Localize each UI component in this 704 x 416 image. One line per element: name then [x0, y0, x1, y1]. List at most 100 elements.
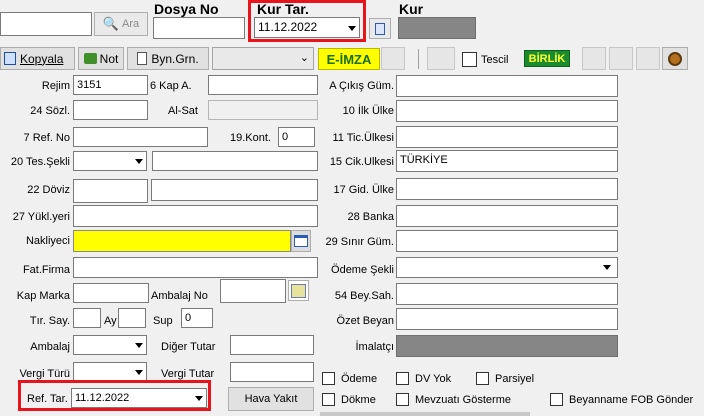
kur-field: [398, 17, 476, 39]
bey-sah-input[interactable]: [396, 283, 618, 305]
banka-input[interactable]: [396, 205, 618, 227]
imalatci-field: [396, 335, 618, 357]
mevzuati-gosterme-label: Mevzuatı Gösterme: [415, 394, 511, 406]
bey-sah-label: 54 Bey.Sah.: [334, 290, 394, 302]
document-icon: [375, 22, 385, 35]
ambalaj-no-input[interactable]: [220, 279, 286, 303]
fob-gonder-label: Beyanname FOB Gönder: [569, 394, 694, 406]
dokme-checkbox[interactable]: [322, 393, 335, 406]
doviz-input[interactable]: [73, 179, 148, 203]
lookup-icon: [294, 235, 308, 247]
edit-icon: [291, 283, 306, 298]
toolbar-blank-2[interactable]: [427, 47, 455, 70]
rejim-label: Rejim: [41, 80, 70, 92]
yukl-yeri-input[interactable]: [73, 205, 318, 227]
rejim-input[interactable]: 3151: [73, 75, 148, 95]
tic-ulkesi-label: 11 Tic.Ülkesi: [332, 132, 394, 144]
mevzuati-gosterme-checkbox[interactable]: [396, 393, 409, 406]
nakliyeci-label: Nakliyeci: [25, 235, 70, 247]
odeme-checkbox[interactable]: [322, 372, 335, 385]
chevron-down-icon: [135, 343, 143, 348]
ref-no-input[interactable]: [73, 127, 208, 147]
chevron-down-icon: [195, 396, 203, 401]
tools-icon: [668, 51, 682, 66]
a-cikis-gum-input[interactable]: [396, 75, 618, 97]
kur-tar-label: Kur Tar.: [257, 1, 309, 17]
search-input[interactable]: [0, 12, 92, 36]
ambalaj-no-edit-button[interactable]: [288, 280, 309, 301]
diger-tutar-label: Diğer Tutar: [161, 341, 216, 353]
byn-grn-button[interactable]: Byn.Grn.: [127, 47, 209, 70]
yukl-yeri-label: 27 Yükl.yeri: [12, 211, 70, 223]
search-icon: 🔍: [102, 16, 120, 31]
dokme-label: Dökme: [341, 394, 376, 406]
odeme-sekli-select[interactable]: [396, 257, 618, 278]
search-button[interactable]: 🔍 Ara: [94, 12, 148, 36]
parsiyel-checkbox[interactable]: [476, 372, 489, 385]
ozet-beyan-input[interactable]: [396, 308, 618, 330]
dosya-no-label: Dosya No: [154, 1, 219, 17]
document-button[interactable]: [369, 18, 391, 39]
diger-tutar-input[interactable]: [230, 335, 314, 355]
toolbar-blank-5[interactable]: [636, 47, 660, 70]
tic-ulkesi-input[interactable]: [396, 126, 618, 148]
toolbar-blank-3[interactable]: [582, 47, 606, 70]
nakliyeci-input[interactable]: [73, 230, 291, 252]
vergi-turu-select[interactable]: [73, 362, 147, 382]
cik-ulkesi-label: 15 Cik.Ulkesi: [329, 156, 394, 168]
kopyala-button[interactable]: Kopyala: [0, 47, 75, 70]
doviz-text[interactable]: [151, 179, 318, 201]
fob-gonder-checkbox[interactable]: [550, 393, 563, 406]
tools-button[interactable]: [662, 47, 688, 70]
hava-yakit-button[interactable]: Hava Yakıt: [228, 387, 314, 411]
birlik-button[interactable]: BİRLİK: [524, 50, 570, 67]
sinir-gum-label: 29 Sınır Güm.: [325, 236, 394, 248]
tes-sekli-text[interactable]: [152, 151, 318, 171]
al-sat-input: [208, 100, 318, 120]
ilk-ulke-input[interactable]: [396, 100, 618, 122]
sinir-gum-input[interactable]: [396, 230, 618, 252]
tes-sekli-select[interactable]: [73, 151, 147, 171]
a-cikis-gum-label: A Çıkış Güm.: [329, 80, 394, 92]
toolbar-blank-4[interactable]: [609, 47, 633, 70]
ay-input[interactable]: [118, 308, 146, 328]
cik-ulkesi-input[interactable]: TÜRKİYE: [396, 150, 618, 172]
vergi-turu-label: Vergi Türü: [19, 368, 70, 380]
gid-ulke-input[interactable]: [396, 178, 618, 200]
kont-label: 19.Kont.: [230, 132, 271, 144]
toolbar-blank-1[interactable]: [381, 47, 405, 70]
tescil-checkbox[interactable]: [462, 52, 477, 67]
kont-input[interactable]: 0: [278, 127, 315, 147]
odeme-checkbox-label: Ödeme: [341, 373, 378, 385]
note-icon: [83, 53, 97, 64]
chevron-down-icon: [348, 26, 356, 31]
page-icon: [137, 52, 148, 65]
vergi-tutar-label: Vergi Tutar: [161, 368, 215, 380]
chevron-down-icon: [603, 265, 611, 270]
vergi-tutar-input[interactable]: [230, 362, 314, 382]
eimza-button[interactable]: E-İMZA: [318, 48, 380, 70]
sup-input[interactable]: 0: [181, 308, 213, 328]
toolbar-select[interactable]: ⌄: [212, 47, 314, 70]
ref-tar-label: Ref. Tar.: [27, 393, 68, 405]
sozl-input[interactable]: [73, 100, 148, 120]
imalatci-label: İmalatçı: [355, 341, 394, 353]
kap-a-input[interactable]: [208, 75, 318, 95]
chevron-down-icon: ⌄: [299, 52, 309, 64]
dv-yok-checkbox[interactable]: [396, 372, 409, 385]
fat-firma-input[interactable]: [73, 257, 318, 278]
kap-marka-label: Kap Marka: [16, 290, 70, 302]
tes-sekli-label: 20 Tes.Şekli: [10, 156, 70, 168]
sup-label: Sup: [153, 315, 173, 327]
copy-icon: [4, 52, 16, 65]
ref-tar-date[interactable]: 11.12.2022: [71, 388, 207, 408]
fat-firma-label: Fat.Firma: [22, 264, 70, 276]
toolbar-separator: [418, 49, 419, 69]
kap-marka-input[interactable]: [73, 283, 149, 303]
tir-say-input[interactable]: [73, 308, 101, 328]
kur-tar-date[interactable]: 11.12.2022: [254, 17, 360, 38]
dosya-no-input[interactable]: [153, 17, 245, 39]
ambalaj-select[interactable]: [73, 335, 147, 355]
not-button[interactable]: Not: [78, 47, 124, 70]
nakliyeci-lookup-button[interactable]: [291, 230, 311, 252]
